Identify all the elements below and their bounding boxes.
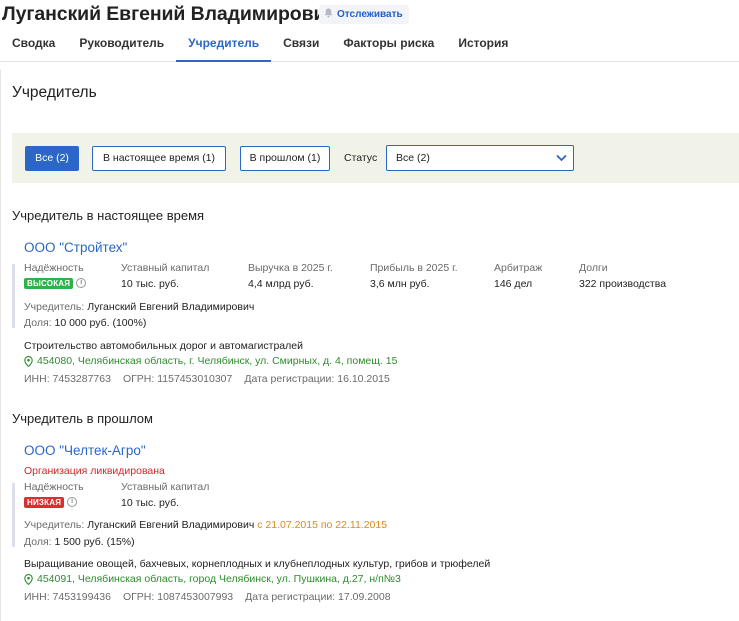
tab-history[interactable]: История [446, 34, 520, 62]
reg-date-text: Дата регистрации: 16.10.2015 [244, 373, 390, 385]
share-line: Доля: 10 000 руб. (100%) [24, 317, 147, 329]
company-meta: ИНН: 7453287763 ОГРН: 1157453010307 Дата р… [24, 373, 402, 385]
company-name-link[interactable]: ООО "Стройтех" [24, 240, 127, 255]
chevron-down-icon [556, 154, 567, 162]
card-accent-bar [12, 483, 15, 547]
address-line[interactable]: 454080, Челябинская область, г. Челябинс… [24, 355, 397, 367]
reliability-col: Надёжность ВЫСОКАЯ i [24, 262, 87, 289]
activity-text: Выращивание овощей, бахчевых, корнеплодн… [24, 558, 491, 570]
arbitration-label: Арбитраж [494, 262, 543, 274]
founder-period: с 21.07.2015 по 22.11.2015 [257, 519, 388, 531]
debts-value: 322 производства [579, 278, 667, 290]
company-card-current: ООО "Стройтех" Надёжность ВЫСОКАЯ i Устав… [12, 238, 712, 388]
past-group-title: Учредитель в прошлом [12, 411, 153, 426]
page-header: Луганский Евгений Владимирович Отслежива… [0, 0, 739, 62]
founder-line: Учредитель: Луганский Евгений Владимиров… [24, 301, 255, 313]
tab-summary[interactable]: Сводка [0, 34, 67, 62]
founder-name: Луганский Евгений Владимирович [87, 301, 255, 313]
capital-value: 10 тыс. руб. [121, 497, 180, 509]
address-text: 454080, Челябинская область, г. Челябинс… [37, 355, 398, 367]
liquidated-status: Организация ликвидирована [24, 465, 165, 477]
status-label: Статус [344, 152, 378, 164]
filter-current-button[interactable]: В настоящее время (1) [92, 146, 226, 171]
location-pin-icon [24, 355, 33, 367]
arbitration-value: 146 дел [494, 278, 533, 290]
ogrn-text: ОГРН: 1157453010307 [122, 373, 233, 385]
debts-col: Долги 322 производства [579, 262, 666, 290]
founder-name: Луганский Евгений Владимирович [87, 519, 255, 531]
tab-head[interactable]: Руководитель [67, 34, 176, 62]
filter-all-button[interactable]: Все (2) [25, 146, 79, 171]
filter-bar: Все (2) В настоящее время (1) В прошлом … [12, 133, 739, 183]
founder-line: Учредитель: Луганский Евгений Владимиров… [24, 519, 388, 531]
reliability-badge: НИЗКАЯ [24, 496, 65, 508]
capital-col: Уставный капитал 10 тыс. руб. [121, 262, 209, 290]
arbitration-col: Арбитраж 146 дел [494, 262, 542, 290]
track-label: Отслеживать [337, 9, 403, 20]
tab-risk-factors[interactable]: Факторы риска [331, 34, 446, 62]
tab-founder[interactable]: Учредитель [176, 34, 272, 62]
info-icon[interactable]: i [67, 497, 78, 508]
card-accent-bar [12, 264, 15, 328]
profit-value: 3,6 млн руб. [370, 278, 430, 290]
activity-text: Строительство автомобильных дорог и авто… [24, 340, 303, 352]
current-group-title: Учредитель в настоящее время [12, 208, 205, 223]
section-title: Учредитель [12, 84, 97, 101]
profit-label: Прибыль в 2025 г. [370, 262, 458, 274]
company-name-link[interactable]: ООО "Челтек-Агро" [24, 443, 146, 458]
track-button[interactable]: Отслеживать [319, 5, 409, 24]
share-line: Доля: 1 500 руб. (15%) [24, 536, 135, 548]
revenue-label: Выручка в 2025 г. [248, 262, 333, 274]
capital-value: 10 тыс. руб. [121, 278, 180, 290]
status-select[interactable]: Все (2) [386, 145, 574, 171]
reliability-label: Надёжность [24, 481, 84, 493]
location-pin-icon [24, 573, 33, 585]
revenue-value: 4,4 млрд руб. [248, 278, 314, 290]
reliability-badge: ВЫСОКАЯ [24, 277, 74, 289]
profit-col: Прибыль в 2025 г. 3,6 млн руб. [370, 262, 458, 290]
capital-label: Уставный капитал [121, 481, 210, 493]
reliability-col: Надёжность НИЗКАЯ i [24, 481, 84, 508]
bell-icon [324, 8, 333, 21]
reliability-label: Надёжность [24, 262, 84, 274]
inn-text: ИНН: 7453287763 [24, 373, 111, 385]
tab-links[interactable]: Связи [271, 34, 331, 62]
filter-past-button[interactable]: В прошлом (1) [240, 146, 330, 171]
inn-text: ИНН: 7453199436 [24, 591, 111, 603]
status-select-value: Все (2) [396, 152, 430, 164]
company-meta: ИНН: 7453199436 ОГРН: 1087453007993 Дата р… [24, 591, 403, 603]
info-icon[interactable]: i [76, 278, 87, 289]
share-value: 10 000 руб. (100%) [54, 317, 147, 329]
share-value: 1 500 руб. (15%) [54, 536, 135, 548]
address-line[interactable]: 454091, Челябинская область, город Челяб… [24, 573, 401, 585]
tab-bar: Сводка Руководитель Учредитель Связи Фак… [0, 34, 520, 62]
capital-col: Уставный капитал 10 тыс. руб. [121, 481, 209, 509]
company-card-past: ООО "Челтек-Агро" Организация ликвидиров… [12, 441, 712, 611]
debts-label: Долги [579, 262, 608, 274]
address-text: 454091, Челябинская область, город Челяб… [37, 573, 401, 585]
capital-label: Уставный капитал [121, 262, 210, 274]
revenue-col: Выручка в 2025 г. 4,4 млрд руб. [248, 262, 333, 290]
person-name: Луганский Евгений Владимирович [2, 3, 337, 25]
reg-date-text: Дата регистрации: 17.09.2008 [245, 591, 391, 603]
ogrn-text: ОГРН: 1087453007993 [122, 591, 234, 603]
